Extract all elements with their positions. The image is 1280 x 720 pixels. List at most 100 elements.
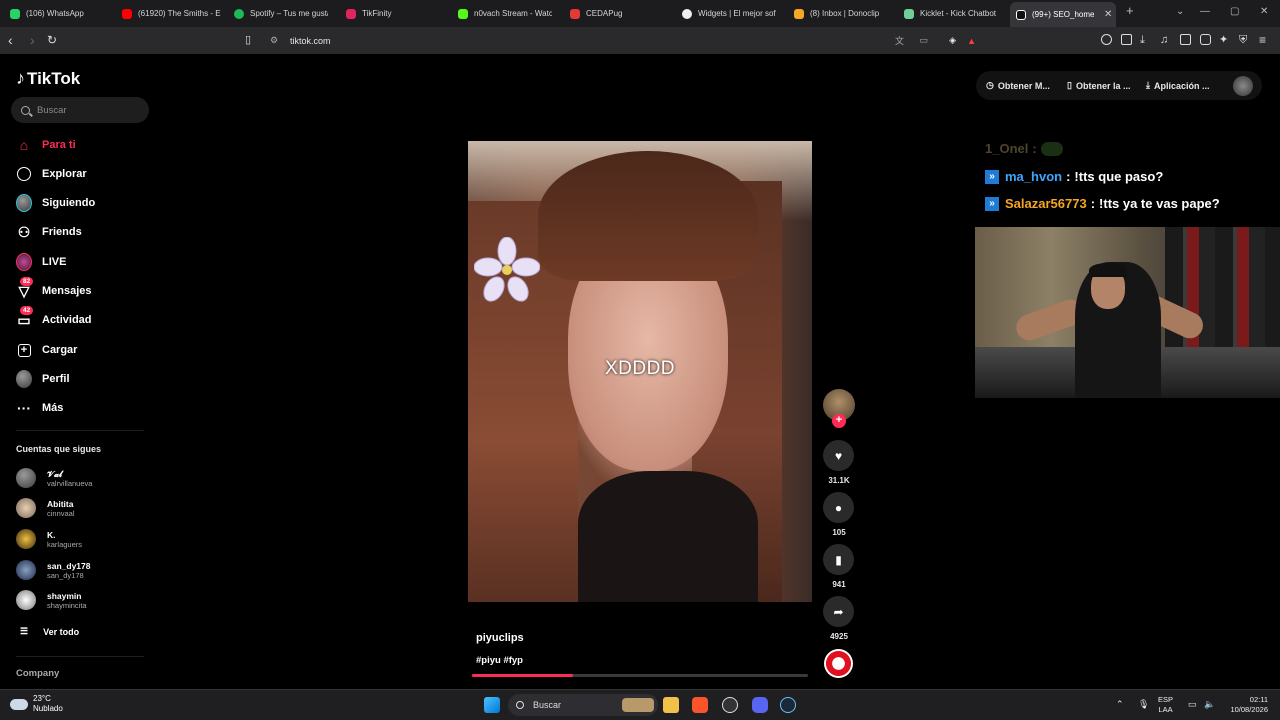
following-account[interactable]: 𝓥𝓪𝓵 valrvillanueva [16,468,92,488]
extension-icon-1[interactable] [1101,34,1112,45]
tab-cedapug[interactable]: CEDAPug [570,4,670,23]
following-avatar-icon [16,194,32,212]
back-icon[interactable]: ‹ [8,32,13,48]
comment-icon: ● [834,500,843,515]
file-explorer-icon[interactable] [663,697,679,713]
menu-icon[interactable]: ≡ [1259,32,1266,48]
sidebar-item-actividad[interactable]: ▭ 42 Actividad [16,306,92,330]
leo-ai-icon[interactable]: ✦ [1219,32,1228,48]
company-link[interactable]: Company [16,668,59,679]
top-actions-bar: ◷ Obtener M... ▯ Obtener la ... ⤓ Aplicació… [976,71,1262,100]
new-tab-button[interactable]: + [1126,3,1134,18]
clock[interactable]: 02:11 10/08/2026 [1222,695,1268,715]
brave-rewards-icon[interactable]: ▲ [967,36,976,46]
desktop-app-button[interactable]: ⤓ Aplicación ... [1146,80,1210,91]
steam-icon[interactable] [780,697,796,713]
weather-widget[interactable]: 23°C Nublado [10,694,63,714]
cast-icon[interactable]: ▭ [919,35,928,46]
music-disc-icon[interactable] [824,649,853,678]
flower-image [474,237,540,302]
sidebar-item-mas[interactable]: ··· Más [16,398,63,418]
tiktok-logo[interactable]: ♪ TikTok [16,68,80,89]
kicklet-icon [904,8,914,19]
tab-kick-stream[interactable]: n0vach Stream - Watc [458,4,552,23]
browser-tab-strip: (106) WhatsApp (61920) The Smiths - E Sp… [0,0,1280,27]
vpn-shield-icon[interactable]: ⛨ [1239,32,1247,48]
language-indicator[interactable]: ESP LAA [1158,695,1173,715]
spotify-icon [234,8,244,19]
brave-shield-icon[interactable]: ◈ [949,35,956,46]
chat-message: 1_Onel: [985,141,1063,156]
sidebar-item-explorar[interactable]: Explorar [16,164,87,184]
get-coins-button[interactable]: ◷ Obtener M... [986,80,1050,91]
bookmark-icon[interactable]: ▯ [245,32,251,48]
kick-icon [458,8,468,19]
tray-chevron-icon[interactable]: ⌃ [1116,699,1124,709]
see-all-button[interactable]: ☰ Ver todo [20,626,79,637]
close-tab-icon[interactable]: ✕ [1104,9,1112,20]
share-button[interactable]: ➦ [823,596,854,627]
video-hashtags[interactable]: #piyu #fyp [476,655,523,666]
sidebar-toggle-icon[interactable] [1180,34,1191,45]
sidebar-item-cargar[interactable]: + Cargar [16,340,77,360]
follow-plus-icon[interactable]: + [832,414,846,428]
tab-kicklet[interactable]: Kicklet - Kick Chatbot [904,4,998,23]
tab-youtube[interactable]: (61920) The Smiths - E [122,4,222,23]
heart-icon: ♥ [834,448,843,463]
comment-button[interactable]: ● [823,492,854,523]
translate-icon[interactable]: 文 [895,34,904,47]
search-input[interactable]: Buscar [11,97,149,123]
tab-widgets[interactable]: Widgets | El mejor sof [682,4,776,23]
following-account[interactable]: K. karlaguers [16,529,82,549]
network-icon[interactable]: ▭ [1188,699,1197,709]
tab-tiktok-active[interactable]: (99+) SEO_homep ✕ [1010,2,1116,27]
video-progress-bar[interactable] [472,674,808,677]
sidebar-item-para-ti[interactable]: ⌂ Para ti [16,135,76,155]
tab-tikfinity[interactable]: TikFinity [346,4,446,23]
video-shirt [578,471,758,602]
reload-icon[interactable]: ↻ [47,32,57,48]
tab-spotify[interactable]: Spotify – Tus me gusta [234,4,328,23]
avatar [16,498,36,518]
tab-donoclip[interactable]: (8) Inbox | Donoclip [794,4,890,23]
following-account[interactable]: shaymin shaymincita [16,590,87,610]
browser-toolbar: ‹ › ↻ ▯ ⚙ tiktok.com 文 ▭ ◈ ▲ ⤓ ♫ ✦ ⛨ ≡ [0,27,1280,54]
taskbar-search[interactable]: Buscar [508,694,658,716]
like-count: 31.1K [828,476,850,485]
volume-icon[interactable]: 🔈 [1204,699,1215,709]
following-account[interactable]: san_dy178 san_dy178 [16,560,90,580]
microphone-icon[interactable]: 🎙 [1138,699,1149,709]
sidebar-item-siguiendo[interactable]: Siguiendo [16,193,95,213]
video-author[interactable]: piyuclips [476,632,524,644]
address-bar[interactable]: ⚙ tiktok.com 文 ▭ ◈ ▲ [262,30,984,51]
chat-message: » ma_hvon: !tts que paso? [985,169,1163,184]
obs-icon[interactable] [722,697,738,713]
upload-icon: + [16,342,32,358]
following-account[interactable]: Abitita cinnvaal [16,498,75,518]
tab-whatsapp[interactable]: (106) WhatsApp [10,4,110,23]
restore-icon[interactable]: ▢ [1230,6,1239,17]
wallet-icon[interactable] [1200,34,1211,45]
brave-browser-icon[interactable] [692,697,708,713]
extensions-puzzle-icon[interactable] [1121,34,1132,45]
tab-list-chevron-icon[interactable]: ⌄ [1176,6,1184,17]
discord-icon[interactable] [752,697,768,713]
forward-icon[interactable]: › [30,32,35,48]
sidebar-divider [16,430,144,431]
kick-badge-icon: » [985,169,999,184]
user-avatar[interactable] [1233,76,1253,96]
site-info-icon[interactable]: ⚙ [270,35,278,46]
like-button[interactable]: ♥ [823,440,854,471]
windows-start-icon[interactable] [484,697,500,713]
download-icon[interactable]: ⤓ [1140,32,1145,48]
tikfinity-icon [346,8,356,19]
close-window-icon[interactable]: ✕ [1260,6,1268,17]
sidebar-item-perfil[interactable]: Perfil [16,369,70,389]
music-icon[interactable]: ♫ [1160,32,1168,48]
minimize-icon[interactable]: — [1200,6,1210,17]
get-app-button[interactable]: ▯ Obtener la ... [1067,80,1130,91]
sidebar-item-mensajes[interactable]: ▽ 82 Mensajes [16,277,92,301]
sidebar-item-live[interactable]: LIVE [16,252,66,272]
save-button[interactable]: ▮ [823,544,854,575]
sidebar-item-friends[interactable]: ⚇ Friends [16,222,82,242]
